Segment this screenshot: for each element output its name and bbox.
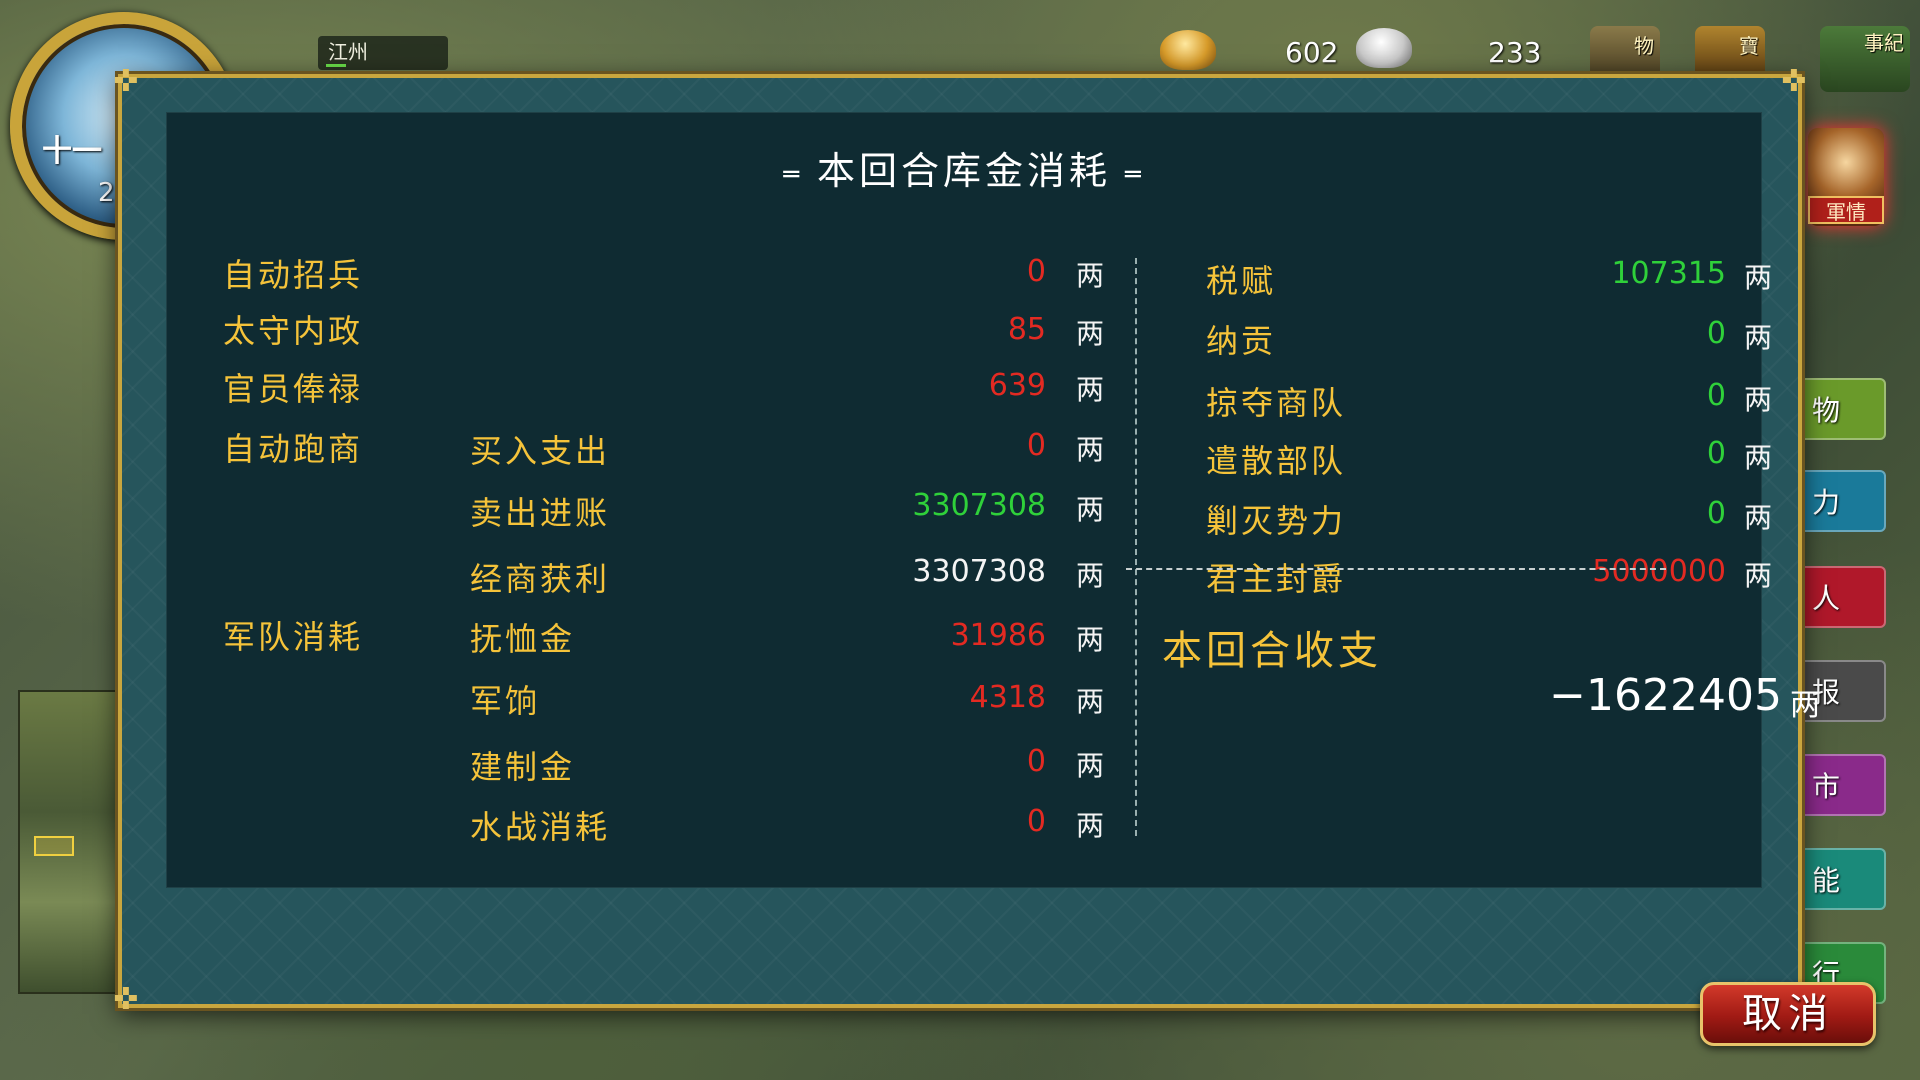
corner-ornament: ✜	[113, 982, 139, 1017]
corner-ornament: ✜	[1781, 64, 1807, 99]
expense-unit: 两	[1076, 493, 1105, 526]
expense-value: 639	[988, 368, 1046, 403]
expense-category: 军队消耗	[223, 618, 364, 656]
expense-category: 官员俸禄	[223, 370, 364, 408]
expense-category: 太守内政	[223, 312, 364, 350]
income-unit: 两	[1744, 501, 1773, 534]
report-panel: ═ 本回合库金消耗 ═ 自动招兵 0 两 太守内政 85 两 官员俸禄 639 两 …	[166, 112, 1772, 888]
food-icon	[1356, 28, 1412, 68]
income-category: 遣散部队	[1206, 442, 1347, 480]
income-unit: 两	[1744, 261, 1773, 294]
expense-subcategory: 卖出进账	[470, 494, 611, 532]
turn-balance-value: −1622405	[1549, 670, 1782, 721]
turn-balance-label: 本回合收支	[1162, 628, 1382, 674]
dialog-title-text: 本回合库金消耗	[816, 149, 1111, 193]
expense-value: 3307308	[912, 554, 1046, 589]
items-button[interactable]: 物	[1590, 26, 1660, 78]
summary-divider	[1126, 568, 1666, 570]
expense-unit: 两	[1076, 685, 1105, 718]
expense-unit: 两	[1076, 373, 1105, 406]
expense-value: 0	[1026, 804, 1046, 839]
expense-subcategory: 经商获利	[470, 560, 611, 598]
corner-ornament: ✜	[113, 64, 139, 99]
title-ornament: ═	[1125, 159, 1145, 190]
expense-unit: 两	[1076, 623, 1105, 656]
expense-subcategory: 建制金	[470, 748, 576, 786]
treasure-button[interactable]: 寶	[1695, 26, 1765, 78]
income-unit: 两	[1744, 559, 1773, 592]
income-value: 0	[1706, 378, 1726, 413]
income-category: 剿灭势力	[1206, 502, 1347, 540]
expense-value: 0	[1026, 428, 1046, 463]
income-category: 纳贡	[1206, 322, 1277, 360]
expense-value: 31986	[950, 618, 1046, 653]
expense-value: 0	[1026, 254, 1046, 289]
expense-unit: 两	[1076, 559, 1105, 592]
expense-unit: 两	[1076, 317, 1105, 350]
military-intel-button[interactable]: 軍情	[1808, 196, 1884, 224]
expense-subcategory: 抚恤金	[470, 620, 576, 658]
income-value: 5000000	[1592, 554, 1726, 589]
income-unit: 两	[1744, 383, 1773, 416]
income-value: 0	[1706, 496, 1726, 531]
income-category: 君主封爵	[1206, 560, 1347, 598]
expense-category: 自动招兵	[223, 256, 364, 294]
gold-icon	[1160, 30, 1216, 70]
expense-unit: 两	[1076, 433, 1105, 466]
gold-amount: 602	[1285, 36, 1339, 69]
expense-subcategory: 水战消耗	[470, 808, 611, 846]
food-amount: 233	[1488, 36, 1542, 69]
income-category: 掠夺商队	[1206, 384, 1347, 422]
income-unit: 两	[1744, 321, 1773, 354]
expense-value: 85	[1007, 312, 1046, 347]
chronicle-button[interactable]: 事紀	[1820, 26, 1910, 92]
expense-subcategory: 买入支出	[470, 432, 611, 470]
expense-value: 3307308	[912, 488, 1046, 523]
expense-unit: 两	[1076, 809, 1105, 842]
expense-value: 4318	[969, 680, 1046, 715]
year-label: 2	[98, 178, 115, 208]
expense-value: 0	[1026, 744, 1046, 779]
income-value: 107315	[1611, 256, 1726, 291]
title-ornament: ═	[783, 159, 803, 190]
turn-balance-unit: 两	[1790, 688, 1820, 723]
dialog-title: ═ 本回合库金消耗 ═	[166, 140, 1762, 195]
income-value: 0	[1706, 436, 1726, 471]
expense-category: 自动跑商	[223, 430, 364, 468]
expense-unit: 两	[1076, 259, 1105, 292]
expense-subcategory: 军饷	[470, 682, 541, 720]
column-divider	[1135, 258, 1137, 836]
region-tab[interactable]: 江州	[318, 36, 448, 70]
treasury-dialog: ✜ ✜ ✜ ✜ ═本回合库金消耗═ 自动招兵 0 两 太守内政 85 两 官员俸…	[113, 66, 1876, 1046]
month-label: 十一	[42, 134, 102, 169]
expense-unit: 两	[1076, 749, 1105, 782]
income-category: 税赋	[1206, 262, 1277, 300]
income-unit: 两	[1744, 441, 1773, 474]
income-value: 0	[1706, 316, 1726, 351]
minimap-viewport-marker[interactable]	[34, 836, 74, 856]
cancel-button[interactable]: 取消	[1700, 982, 1876, 1046]
